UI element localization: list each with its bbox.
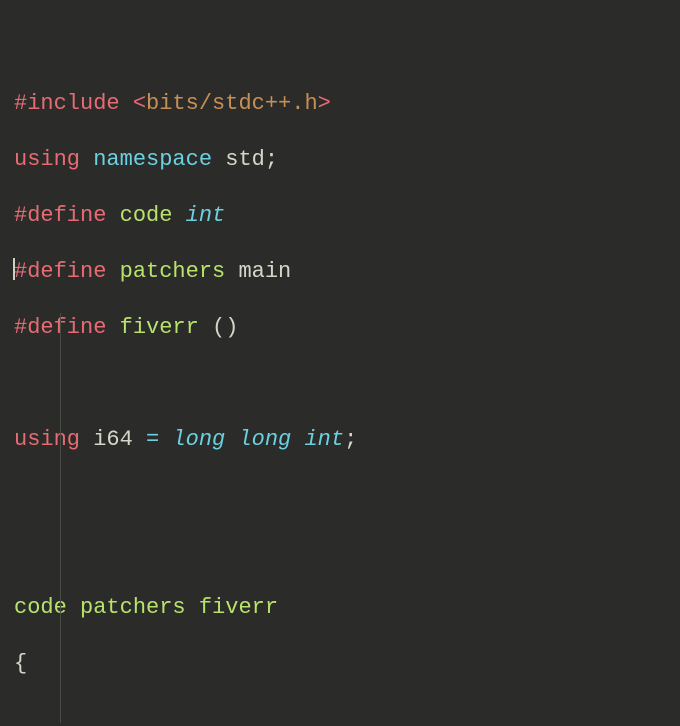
code-line: using namespace std;	[0, 146, 680, 174]
preproc-define: #define	[14, 203, 106, 228]
code-line: {	[0, 650, 680, 678]
semicolon: ;	[265, 147, 278, 172]
kw-namespace: namespace	[93, 147, 212, 172]
code-line: using i64 = long long int;	[0, 426, 680, 454]
kw-using: using	[14, 427, 80, 452]
ident-std: std	[225, 147, 265, 172]
type-long: long	[172, 427, 225, 452]
macro-val: main	[238, 259, 291, 284]
header-name: bits/stdc++.h	[146, 91, 318, 116]
macro-name: code	[120, 203, 173, 228]
alias-name: i64	[93, 427, 133, 452]
code-line: #define fiverr ()	[0, 314, 680, 342]
code-line: #include <bits/stdc++.h>	[0, 90, 680, 118]
code-line: #define patchers main	[0, 258, 680, 286]
preproc-include: #include	[14, 91, 120, 116]
code-line	[0, 538, 680, 566]
angle-open: <	[133, 91, 146, 116]
type-long: long	[238, 427, 291, 452]
code-editor[interactable]: #include <bits/stdc++.h> using namespace…	[0, 0, 680, 726]
op-eq: =	[146, 427, 159, 452]
macro-name: fiverr	[120, 315, 199, 340]
macro-name: patchers	[120, 259, 226, 284]
macro-code: code	[14, 595, 67, 620]
type-int: int	[186, 203, 226, 228]
code-line: code patchers fiverr	[0, 594, 680, 622]
kw-using: using	[14, 147, 80, 172]
preproc-define: #define	[14, 259, 106, 284]
brace-open: {	[14, 651, 27, 676]
angle-close: >	[318, 91, 331, 116]
text-cursor	[13, 258, 15, 280]
semicolon: ;	[344, 427, 357, 452]
macro-patchers: patchers	[80, 595, 186, 620]
type-int: int	[304, 427, 344, 452]
code-line: #define code int	[0, 202, 680, 230]
macro-val: ()	[212, 315, 238, 340]
macro-fiverr: fiverr	[199, 595, 278, 620]
indent-guide	[60, 313, 61, 723]
code-line	[0, 482, 680, 510]
code-line	[0, 370, 680, 398]
code-line	[0, 706, 680, 726]
